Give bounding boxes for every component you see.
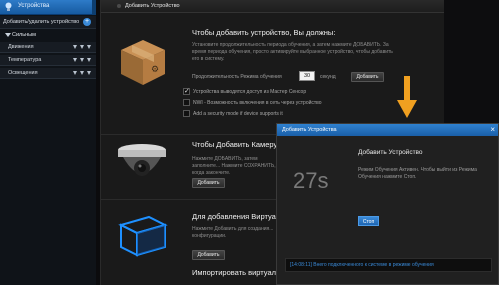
sidebar-group[interactable]: Сильным (0, 30, 96, 41)
add-remove-device-item[interactable]: Добавить/удалить устройство + (0, 16, 96, 29)
section-add-device: ⚙ Чтобы добавить устройство, Вы должны: … (101, 14, 445, 135)
sidebar-item-label: Движения (8, 44, 34, 50)
sidebar-item-lighting[interactable]: Освещения (0, 68, 96, 79)
dome-camera-icon (118, 144, 166, 176)
tab-label: Добавить Устройство (125, 3, 180, 9)
countdown-timer: 27s (293, 168, 329, 193)
package-box-icon: ⚙ (121, 40, 165, 85)
option-label: NWI - Возможность включения в сеть через… (193, 100, 322, 106)
dialog-log: [14:08:11] Внего подключенного к системе… (285, 258, 492, 272)
log-entry: [14:08:11] Внего подключенного к системе… (290, 262, 434, 268)
sidebar-header-edge (92, 0, 96, 15)
sidebar-item-motion[interactable]: Движения (0, 42, 96, 53)
dialog-message: Режим Обучения Активен. Чтобы выйти из Р… (358, 167, 477, 180)
chevron-down-icon (5, 33, 11, 37)
dialog-title: Добавить Устройства (282, 127, 337, 133)
section-title: Чтобы добавить устройство, Вы должны: (192, 28, 336, 37)
duration-unit: секунд (320, 74, 336, 80)
chevron-down-icon (73, 58, 77, 62)
chevron-down-icon (73, 45, 77, 49)
right-background (444, 0, 499, 123)
tab-dot-icon (117, 4, 121, 8)
section-title: Чтобы Добавить Камеру: (192, 140, 280, 149)
section-description: Нажмите Добавить для создания... конфигу… (192, 226, 274, 239)
sidebar-item-label: Освещения (8, 70, 38, 76)
sidebar-group-label: Сильным (12, 32, 36, 38)
chevron-down-icon (80, 45, 84, 49)
chevron-down-icon (87, 45, 91, 49)
chevron-down-icon (73, 71, 77, 75)
svg-text:⚙: ⚙ (151, 65, 159, 75)
duration-input[interactable]: 30 (299, 71, 315, 81)
tab-add-device[interactable]: Добавить Устройство (101, 0, 445, 13)
add-camera-button[interactable]: Добавить (192, 178, 225, 188)
section-description: Нажмите ДОБАВИТЬ, затем заполните... Наж… (192, 156, 276, 176)
option-label: Устройства выводятся доступ из Мастер Се… (193, 89, 307, 95)
sidebar-item-temperature[interactable]: Температура (0, 55, 96, 66)
arrow-down-icon (397, 76, 417, 118)
option-checkbox-nwi[interactable] (183, 99, 190, 106)
add-device-button[interactable]: Добавить (351, 72, 384, 82)
section-description: Установите продолжительность периода обу… (192, 42, 393, 62)
sidebar-header-title: Устройства (18, 3, 50, 9)
add-virtual-button[interactable]: Добавить (192, 250, 225, 260)
chevron-down-icon (87, 58, 91, 62)
duration-label: Продолжительность Режима обучения (192, 74, 282, 80)
sidebar: Устройства Добавить/удалить устройство +… (0, 0, 96, 285)
close-icon[interactable]: × (490, 125, 495, 135)
sidebar-header[interactable]: Устройства (0, 0, 96, 15)
chevron-down-icon (87, 71, 91, 75)
chevron-down-icon (80, 58, 84, 62)
option-checkbox-master-sensor[interactable] (183, 87, 190, 95)
lightbulb-icon (5, 2, 12, 11)
add-device-dialog: Добавить Устройства × 27s Добавить Устро… (276, 123, 499, 285)
sidebar-item-label: Температура (8, 57, 42, 63)
option-label: Add a security mode if device supports i… (193, 111, 283, 117)
option-checkbox-security-mode[interactable] (183, 110, 190, 117)
chevron-down-icon (80, 71, 84, 75)
dialog-heading: Добавить Устройство (358, 149, 423, 156)
stop-button[interactable]: Стоп (358, 216, 379, 226)
virtual-cube-icon (118, 215, 168, 257)
plus-icon[interactable]: + (83, 18, 91, 26)
add-remove-device-label: Добавить/удалить устройство (3, 19, 80, 25)
dialog-titlebar[interactable]: Добавить Устройства × (277, 124, 498, 136)
